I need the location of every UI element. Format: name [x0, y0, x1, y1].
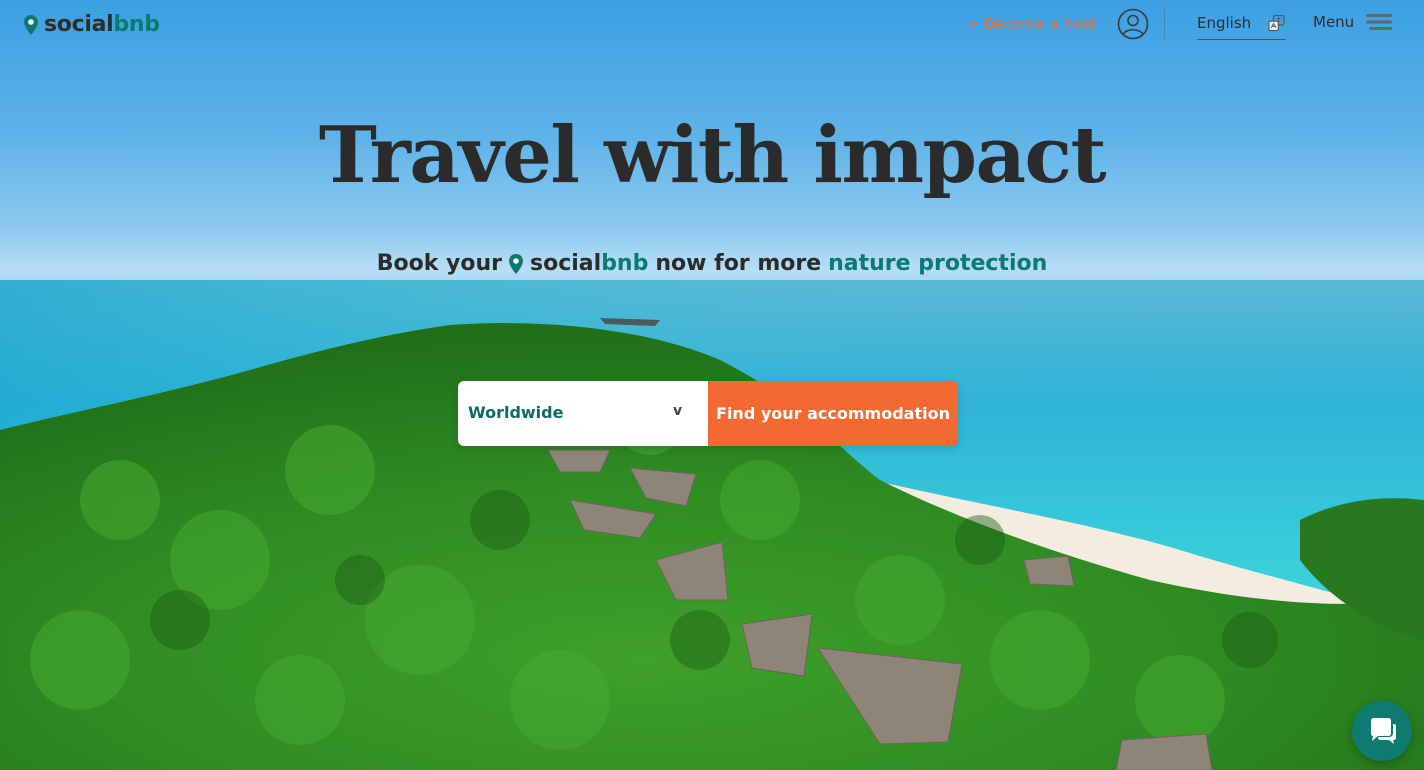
- language-label: English: [1197, 14, 1252, 32]
- destination-value: Worldwide: [468, 403, 564, 422]
- chat-bubble-icon: [1371, 718, 1396, 744]
- logo-text: socialbnb: [44, 12, 160, 37]
- user-account-icon[interactable]: [1117, 8, 1149, 40]
- hero-headline: Travel with impact: [318, 110, 1107, 201]
- hero-subheadline: Book your social bnb now for more nature …: [0, 251, 1424, 276]
- chat-widget-button[interactable]: [1352, 701, 1412, 761]
- brand-logo[interactable]: socialbnb: [24, 12, 160, 37]
- subheadline-brand-bnb: bnb: [601, 251, 649, 276]
- subheadline-brand-social: social: [530, 251, 602, 276]
- language-selector[interactable]: English: [1197, 14, 1286, 40]
- menu-label: Menu: [1313, 13, 1355, 31]
- logo-text-bnb: bnb: [113, 12, 160, 37]
- search-bar: Worldwide v Find your accommodation: [458, 381, 958, 446]
- chevron-down-icon: v: [673, 403, 683, 419]
- destination-select[interactable]: Worldwide v: [458, 381, 708, 446]
- logo-text-social: social: [44, 12, 114, 37]
- subheadline-highlight: nature protection: [828, 251, 1048, 276]
- find-accommodation-button[interactable]: Find your accommodation: [708, 381, 958, 446]
- hero-section: socialbnb + Become a host English Menu T…: [0, 0, 1424, 770]
- subheadline-mid: now for more: [655, 251, 822, 276]
- location-pin-icon: [509, 253, 523, 274]
- menu-button[interactable]: Menu: [1313, 12, 1393, 32]
- hamburger-menu-icon: [1366, 14, 1393, 30]
- header-divider: [1164, 9, 1165, 39]
- translate-icon: [1268, 14, 1285, 32]
- location-pin-icon: [24, 14, 38, 35]
- become-host-link[interactable]: + Become a host: [967, 15, 1096, 33]
- subheadline-prefix: Book your: [376, 251, 502, 276]
